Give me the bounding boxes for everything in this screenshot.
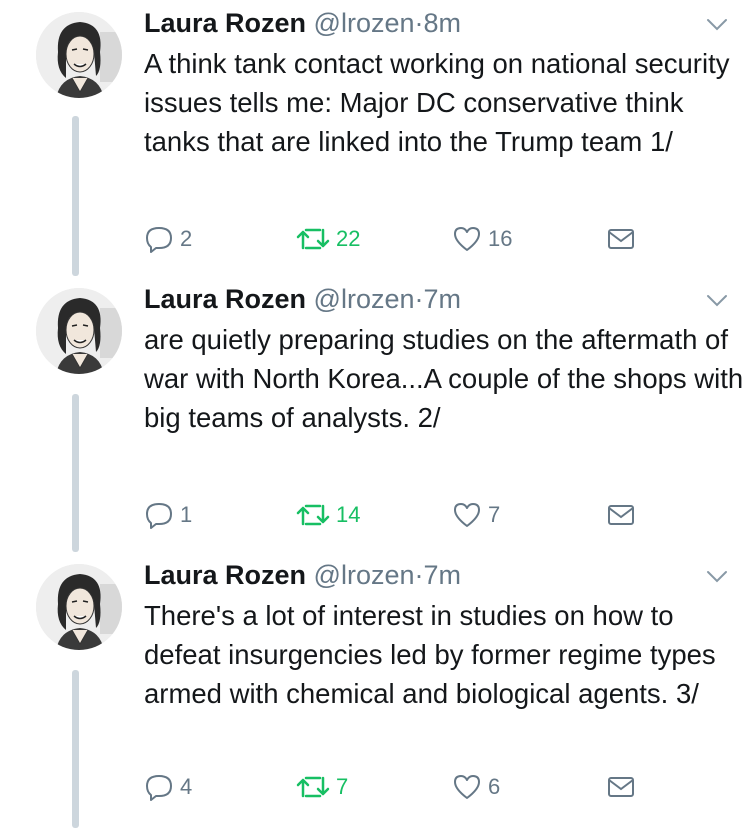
direct-message-button[interactable] — [606, 222, 636, 256]
author-name[interactable]: Laura Rozen — [144, 8, 306, 38]
tweet-3[interactable]: Laura Rozen @lrozen·7m There's a lot of … — [0, 552, 750, 828]
retweet-icon — [296, 504, 330, 526]
reply-count: 4 — [180, 774, 193, 799]
heart-icon — [454, 775, 480, 799]
retweet-count: 14 — [336, 502, 361, 527]
heart-icon — [454, 227, 480, 251]
avatar-caricature-image — [36, 288, 122, 374]
reply-button[interactable]: 4 — [144, 770, 192, 804]
direct-message-button[interactable] — [606, 498, 636, 532]
tweet-actions: 4 7 6 — [144, 770, 704, 804]
retweet-count: 22 — [336, 226, 361, 251]
reply-icon — [146, 775, 172, 801]
heart-icon — [454, 503, 480, 527]
retweet-count: 7 — [336, 774, 349, 799]
avatar-caricature-image — [36, 564, 122, 650]
like-button[interactable]: 6 — [452, 770, 500, 804]
reply-icon — [146, 227, 172, 253]
timestamp[interactable]: 7m — [424, 560, 462, 590]
thread-line — [72, 116, 79, 276]
timestamp[interactable]: 7m — [424, 284, 462, 314]
retweet-button[interactable]: 14 — [296, 498, 360, 532]
timestamp[interactable]: 8m — [424, 8, 462, 38]
envelope-icon — [608, 229, 634, 249]
reply-count: 1 — [180, 502, 193, 527]
author-name[interactable]: Laura Rozen — [144, 560, 306, 590]
separator-dot: · — [414, 560, 424, 590]
tweet-header: Laura Rozen @lrozen·8m — [144, 6, 461, 40]
thread-line — [72, 670, 79, 828]
tweet-2[interactable]: Laura Rozen @lrozen·7m are quietly prepa… — [0, 276, 750, 552]
reply-button[interactable]: 2 — [144, 222, 192, 256]
tweet-text: are quietly preparing studies on the aft… — [144, 324, 744, 433]
chevron-down-icon[interactable] — [706, 294, 728, 308]
reply-icon — [146, 503, 172, 529]
chevron-down-icon[interactable] — [706, 18, 728, 32]
like-count: 6 — [488, 774, 501, 799]
separator-dot: · — [414, 284, 424, 314]
author-handle[interactable]: @lrozen — [314, 8, 415, 38]
envelope-icon — [608, 777, 634, 797]
chevron-down-icon[interactable] — [706, 570, 728, 584]
tweet-header: Laura Rozen @lrozen·7m — [144, 558, 461, 592]
author-handle[interactable]: @lrozen — [314, 284, 415, 314]
tweet-actions: 1 14 7 — [144, 498, 704, 532]
like-count: 16 — [488, 226, 513, 251]
avatar[interactable] — [36, 564, 122, 650]
tweet-1[interactable]: Laura Rozen @lrozen·8m A think tank cont… — [0, 0, 750, 276]
reply-count: 2 — [180, 226, 193, 251]
like-count: 7 — [488, 502, 501, 527]
avatar[interactable] — [36, 12, 122, 98]
author-handle[interactable]: @lrozen — [314, 560, 415, 590]
retweet-button[interactable]: 7 — [296, 770, 348, 804]
separator-dot: · — [414, 8, 424, 38]
retweet-icon — [296, 776, 330, 798]
tweet-text: There's a lot of interest in studies on … — [144, 600, 716, 709]
retweet-icon — [296, 228, 330, 250]
like-button[interactable]: 7 — [452, 498, 500, 532]
tweet-actions: 2 22 16 — [144, 222, 704, 256]
tweet-header: Laura Rozen @lrozen·7m — [144, 282, 461, 316]
direct-message-button[interactable] — [606, 770, 636, 804]
avatar[interactable] — [36, 288, 122, 374]
envelope-icon — [608, 505, 634, 525]
reply-button[interactable]: 1 — [144, 498, 192, 532]
avatar-caricature-image — [36, 12, 122, 98]
thread-line — [72, 394, 79, 552]
tweet-text: A think tank contact working on national… — [144, 48, 730, 157]
author-name[interactable]: Laura Rozen — [144, 284, 306, 314]
like-button[interactable]: 16 — [452, 222, 512, 256]
retweet-button[interactable]: 22 — [296, 222, 360, 256]
